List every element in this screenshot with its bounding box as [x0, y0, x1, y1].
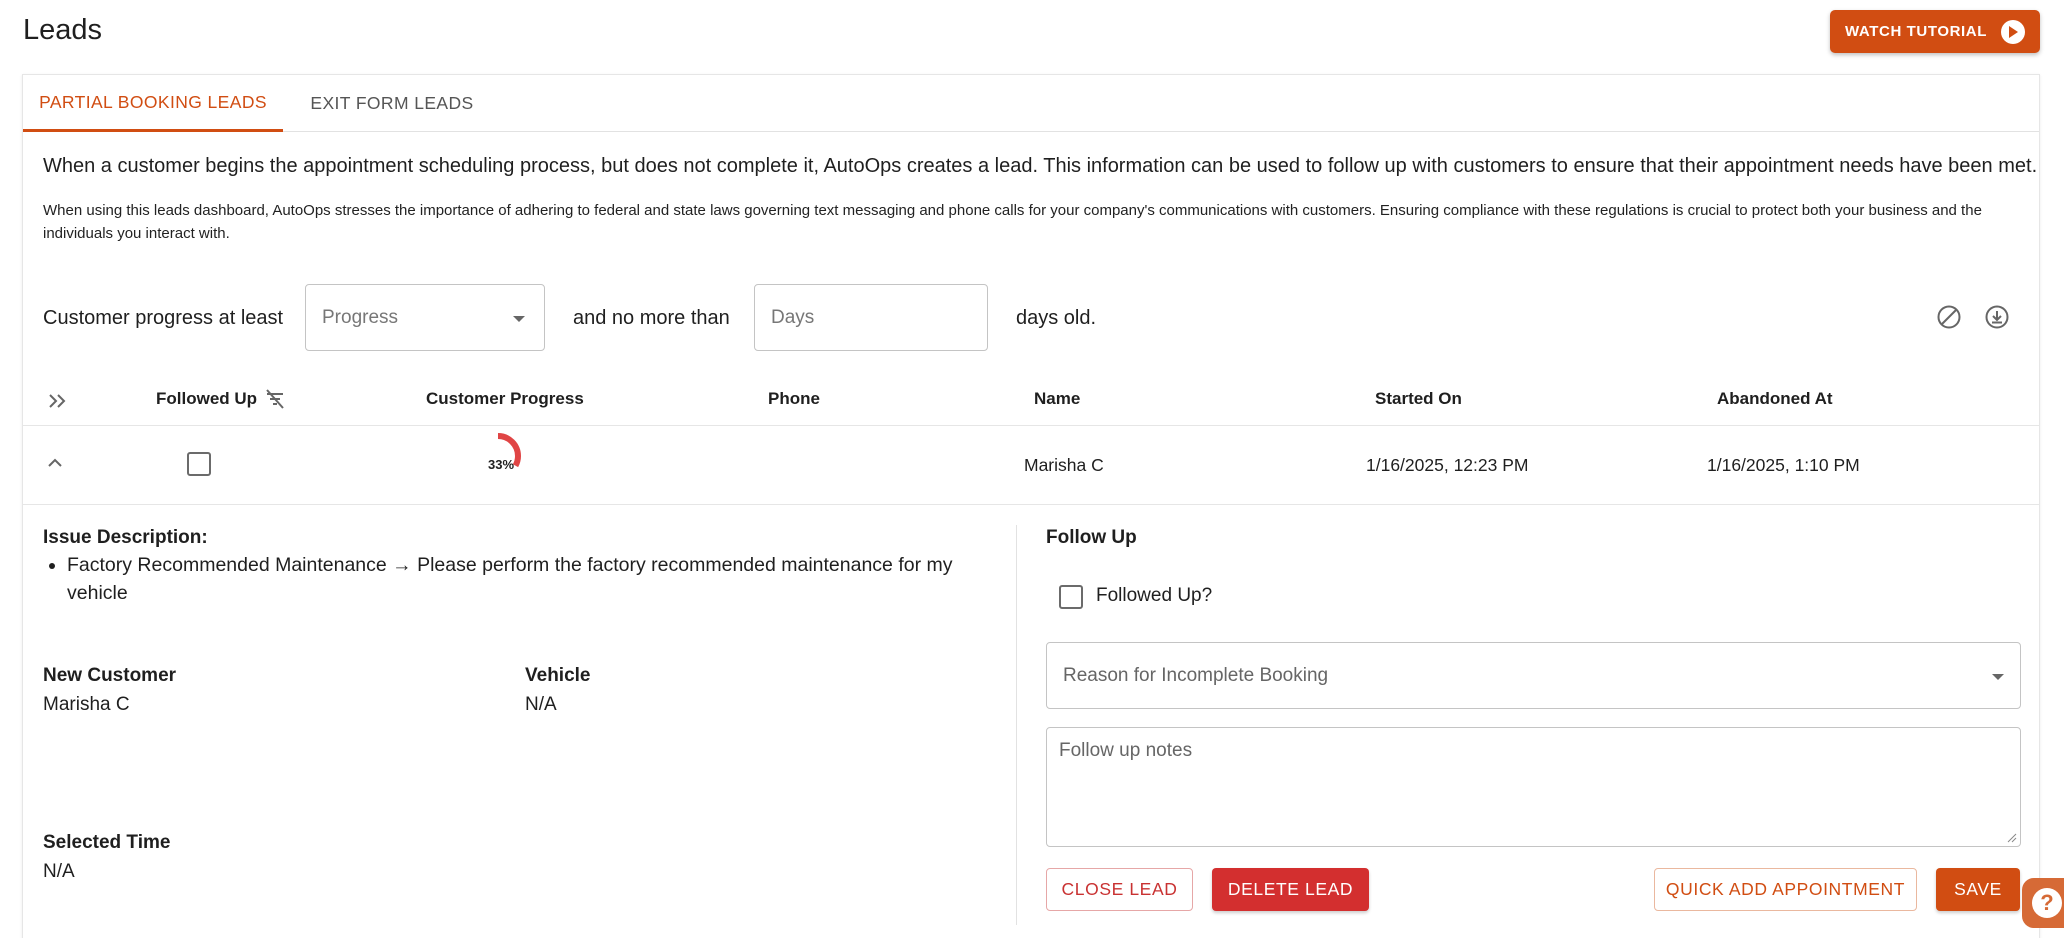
caret-down-icon	[1992, 674, 2004, 680]
filter-middle-text: and no more than	[573, 307, 730, 329]
help-button[interactable]: ?	[2022, 878, 2064, 928]
row-abandoned-at: 1/16/2025, 1:10 PM	[1707, 455, 1860, 475]
clear-filter-icon[interactable]	[1934, 302, 1964, 332]
vehicle-value: N/A	[525, 694, 557, 715]
tab-exit-form-leads[interactable]: EXIT FORM LEADS	[283, 75, 501, 132]
save-button[interactable]: SAVE	[1936, 868, 2020, 911]
detail-divider	[1016, 525, 1017, 925]
row-name: Marisha C	[1024, 455, 1104, 475]
issue-item: Factory Recommended Maintenance → Please…	[67, 551, 1017, 607]
row-followed-up-checkbox[interactable]	[187, 452, 211, 476]
column-header-followed-up[interactable]: Followed Up	[156, 389, 257, 409]
filter-off-icon[interactable]	[260, 384, 290, 414]
column-header-name[interactable]: Name	[1034, 389, 1080, 409]
issue-list: Factory Recommended Maintenance → Please…	[67, 551, 1017, 607]
page-title: Leads	[23, 14, 103, 46]
row-divider	[23, 504, 2039, 505]
play-icon	[2001, 19, 2025, 44]
followed-up-checkbox[interactable]	[1059, 585, 1083, 609]
progress-ring	[473, 431, 523, 481]
vehicle-label: Vehicle	[525, 665, 591, 686]
collapse-row-icon[interactable]	[40, 448, 70, 478]
followed-up-checkbox-label[interactable]: Followed Up?	[1096, 585, 1212, 607]
delete-lead-button[interactable]: DELETE LEAD	[1212, 868, 1369, 911]
days-placeholder: Days	[771, 307, 815, 328]
caret-down-icon	[513, 316, 525, 322]
new-customer-value: Marisha C	[43, 694, 130, 715]
close-lead-button[interactable]: CLOSE LEAD	[1046, 868, 1193, 911]
tab-bar: PARTIAL BOOKING LEADS EXIT FORM LEADS	[23, 75, 2039, 132]
watch-tutorial-label: WATCH TUTORIAL	[1845, 23, 1987, 40]
selected-time-label: Selected Time	[43, 832, 171, 853]
help-icon: ?	[2032, 888, 2062, 918]
filter-prefix-text: Customer progress at least	[43, 307, 284, 329]
progress-percent: 33%	[488, 457, 515, 472]
tab-partial-booking-leads[interactable]: PARTIAL BOOKING LEADS	[23, 75, 283, 132]
issue-description-label: Issue Description:	[43, 527, 208, 548]
days-input[interactable]: Days	[754, 284, 988, 351]
filter-suffix-text: days old.	[1016, 307, 1097, 329]
follow-up-title: Follow Up	[1046, 527, 1137, 548]
column-header-started-on[interactable]: Started On	[1375, 389, 1462, 409]
reason-placeholder: Reason for Incomplete Booking	[1063, 665, 1329, 686]
column-header-customer-progress[interactable]: Customer Progress	[426, 389, 584, 409]
watch-tutorial-button[interactable]: WATCH TUTORIAL	[1830, 10, 2040, 53]
leads-description: When a customer begins the appointment s…	[43, 155, 2038, 177]
header-divider	[23, 425, 2039, 426]
expand-all-icon[interactable]	[43, 386, 73, 416]
progress-placeholder: Progress	[322, 307, 399, 328]
follow-up-notes-input[interactable]: Follow up notes	[1046, 727, 2021, 847]
compliance-notice: When using this leads dashboard, AutoOps…	[43, 202, 1982, 242]
quick-add-appointment-button[interactable]: QUICK ADD APPOINTMENT	[1654, 868, 1917, 911]
progress-select[interactable]: Progress	[305, 284, 545, 351]
leads-card: PARTIAL BOOKING LEADS EXIT FORM LEADS Wh…	[22, 74, 2040, 938]
column-header-abandoned-at[interactable]: Abandoned At	[1717, 389, 1833, 409]
reason-select[interactable]: Reason for Incomplete Booking	[1046, 642, 2021, 709]
column-header-phone[interactable]: Phone	[768, 389, 820, 409]
resize-handle-icon[interactable]	[2007, 833, 2017, 843]
row-started-on: 1/16/2025, 12:23 PM	[1366, 455, 1529, 475]
download-icon[interactable]	[1982, 302, 2012, 332]
notes-placeholder: Follow up notes	[1059, 740, 1193, 761]
selected-time-value: N/A	[43, 861, 75, 882]
new-customer-label: New Customer	[43, 665, 177, 686]
